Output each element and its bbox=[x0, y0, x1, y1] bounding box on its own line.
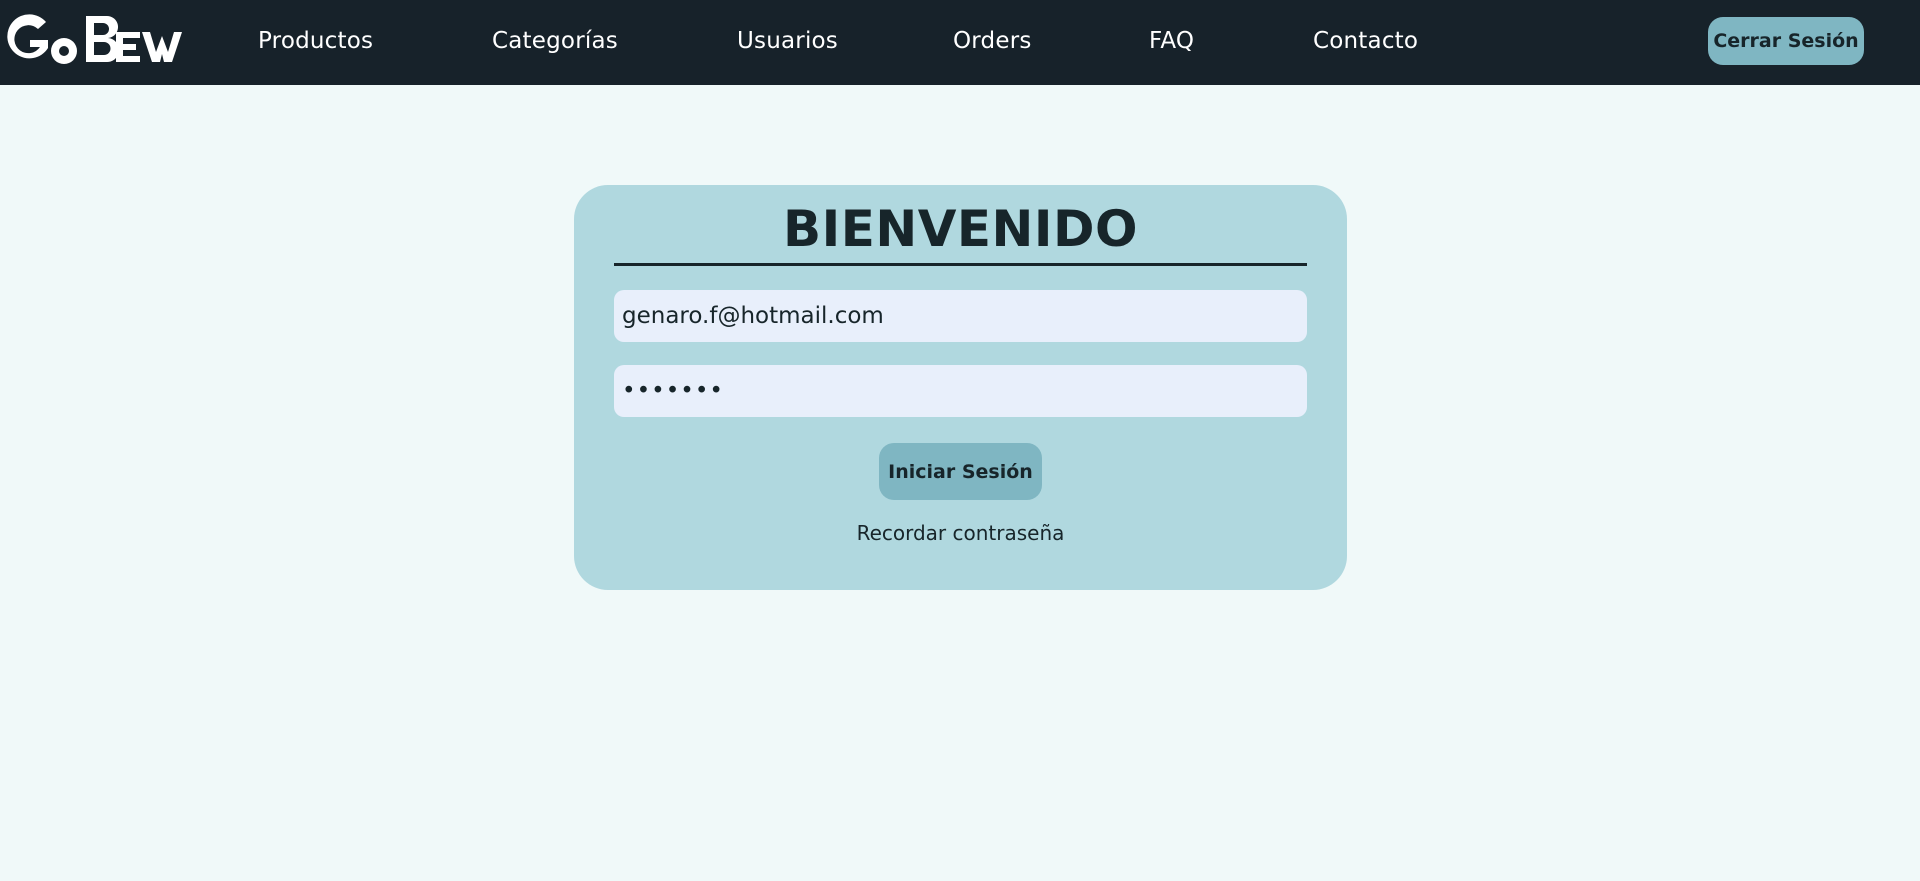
gobew-logo-icon bbox=[7, 14, 182, 64]
brand-logo[interactable] bbox=[2, 14, 198, 66]
nav-usuarios[interactable]: Usuarios bbox=[737, 26, 838, 56]
nav-categorias[interactable]: Categorías bbox=[492, 26, 618, 56]
nav-productos[interactable]: Productos bbox=[258, 26, 373, 56]
password-field[interactable] bbox=[614, 365, 1307, 417]
nav-contacto[interactable]: Contacto bbox=[1313, 26, 1418, 56]
nav-faq[interactable]: FAQ bbox=[1149, 26, 1194, 56]
title-divider bbox=[614, 263, 1307, 266]
login-button[interactable]: Iniciar Sesión bbox=[879, 443, 1042, 500]
logout-button[interactable]: Cerrar Sesión bbox=[1708, 17, 1864, 65]
email-field[interactable] bbox=[614, 290, 1307, 342]
login-card: BIENVENIDO Iniciar Sesión Recordar contr… bbox=[574, 185, 1347, 590]
recover-password-link[interactable]: Recordar contraseña bbox=[574, 520, 1347, 546]
nav-orders[interactable]: Orders bbox=[953, 26, 1032, 56]
login-title: BIENVENIDO bbox=[782, 200, 1139, 258]
navbar: Productos Categorías Usuarios Orders FAQ… bbox=[0, 0, 1920, 85]
